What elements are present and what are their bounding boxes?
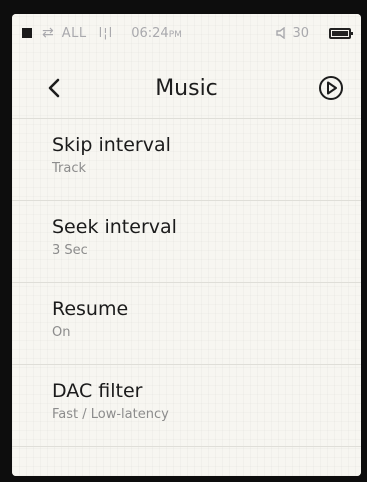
title-bar: Music	[12, 58, 361, 119]
back-button[interactable]	[42, 74, 66, 102]
volume-indicator: 30	[276, 26, 309, 41]
setting-label: Resume	[52, 298, 129, 320]
play-circle-icon	[319, 76, 343, 100]
settings-list: Skip interval Track Seek interval 3 Sec …	[12, 119, 361, 447]
status-bar: ⇄ ALL l¦l 06:24PM 30	[12, 14, 361, 52]
setting-value: 3 Sec	[52, 243, 88, 258]
now-playing-button[interactable]	[317, 74, 345, 102]
play-mode: ALL	[61, 25, 87, 41]
setting-value: Track	[52, 161, 87, 176]
setting-label: DAC filter	[52, 380, 143, 402]
setting-dac-filter[interactable]: DAC filter Fast / Low-latency	[12, 365, 361, 447]
screen-background: ⇄ ALL l¦l 06:24PM 30 Music Skip interval…	[12, 14, 361, 476]
clock-suffix: PM	[168, 29, 182, 40]
volume-icon	[276, 27, 286, 39]
setting-skip-interval[interactable]: Skip interval Track	[12, 119, 361, 201]
repeat-icon: ⇄	[42, 25, 54, 41]
setting-resume[interactable]: Resume On	[12, 283, 361, 365]
clock: 06:24PM	[131, 26, 182, 41]
stop-icon	[22, 28, 32, 38]
setting-value: Fast / Low-latency	[52, 407, 169, 422]
setting-value: On	[52, 325, 71, 340]
volume-value: 30	[292, 25, 309, 41]
chevron-left-icon	[48, 78, 60, 98]
eq-icon: l¦l	[98, 25, 114, 41]
page-title: Music	[155, 75, 218, 101]
clock-time: 06:24	[131, 25, 169, 41]
battery-icon	[329, 27, 353, 39]
setting-label: Seek interval	[52, 216, 177, 238]
setting-seek-interval[interactable]: Seek interval 3 Sec	[12, 201, 361, 283]
setting-label: Skip interval	[52, 134, 171, 156]
device-screen: ⇄ ALL l¦l 06:24PM 30 Music Skip interval…	[12, 14, 361, 476]
